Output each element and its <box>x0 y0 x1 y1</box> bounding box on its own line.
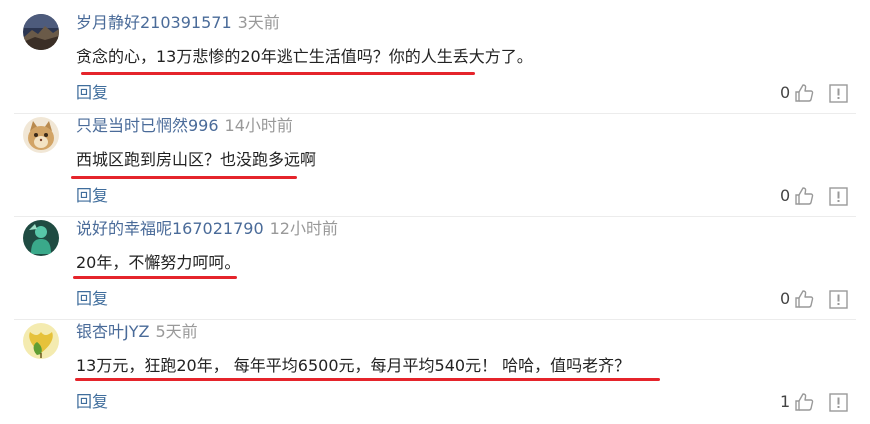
username[interactable]: 只是当时已惘然996 <box>76 116 219 135</box>
red-underline-annotation <box>71 176 297 179</box>
comment-item: 岁月静好210391571 3天前 贪念的心，13万悲惨的20年逃亡生活值吗？你的… <box>0 0 870 103</box>
username[interactable]: 银杏叶JYZ <box>76 322 149 341</box>
thumbs-up-icon[interactable] <box>794 392 814 412</box>
comment-text: 13万元，狂跑20年， 每年平均6500元，每月平均540元！ 哈哈，值吗老齐？ <box>76 356 631 375</box>
like-count: 0 <box>780 289 791 308</box>
avatar[interactable] <box>23 14 59 50</box>
red-underline-annotation <box>81 72 475 75</box>
comment-item: 只是当时已惘然996 14小时前 西城区跑到房山区？也没跑多远啊 回复 0 <box>0 103 870 206</box>
avatar[interactable] <box>23 220 59 256</box>
reply-button[interactable]: 回复 <box>76 390 108 414</box>
timestamp: 3天前 <box>237 13 280 32</box>
night-mountain-icon <box>23 14 59 50</box>
cat-icon <box>23 117 59 153</box>
reply-button[interactable]: 回复 <box>76 81 108 105</box>
green-figure-icon <box>23 220 59 256</box>
like-count: 1 <box>780 392 791 411</box>
comment-meta: 银杏叶JYZ 5天前 <box>76 320 198 344</box>
red-underline-annotation <box>73 276 237 279</box>
comment-meta: 说好的幸福呢167021790 12小时前 <box>76 217 338 241</box>
username[interactable]: 岁月静好210391571 <box>76 13 232 32</box>
comment-item: 说好的幸福呢167021790 12小时前 20年，不懈努力呵呵。 回复 0 <box>0 206 870 309</box>
comment-meta: 只是当时已惘然996 14小时前 <box>76 114 293 138</box>
username[interactable]: 说好的幸福呢167021790 <box>76 219 264 238</box>
reply-button[interactable]: 回复 <box>76 184 108 208</box>
report-icon[interactable] <box>829 187 848 206</box>
avatar[interactable] <box>23 323 59 359</box>
reply-button[interactable]: 回复 <box>76 287 108 311</box>
report-icon[interactable] <box>829 393 848 412</box>
comment-text: 20年，不懈努力呵呵。 <box>76 253 241 272</box>
timestamp: 12小时前 <box>269 219 338 238</box>
timestamp: 14小时前 <box>224 116 293 135</box>
red-underline-annotation <box>75 378 660 381</box>
like-count: 0 <box>780 186 791 205</box>
comment-list: 岁月静好210391571 3天前 贪念的心，13万悲惨的20年逃亡生活值吗？你的… <box>0 0 870 424</box>
ginkgo-leaf-icon <box>23 323 59 359</box>
report-icon[interactable] <box>829 84 848 103</box>
timestamp: 5天前 <box>155 322 198 341</box>
comment-meta: 岁月静好210391571 3天前 <box>76 11 280 35</box>
like-count: 0 <box>780 83 791 102</box>
comment-item: 银杏叶JYZ 5天前 13万元，狂跑20年， 每年平均6500元，每月平均540元… <box>0 309 870 412</box>
report-icon[interactable] <box>829 290 848 309</box>
comment-text: 贪念的心，13万悲惨的20年逃亡生活值吗？你的人生丢大方了。 <box>76 47 533 66</box>
thumbs-up-icon[interactable] <box>794 83 814 103</box>
thumbs-up-icon[interactable] <box>794 289 814 309</box>
comment-text: 西城区跑到房山区？也没跑多远啊 <box>76 150 317 169</box>
avatar[interactable] <box>23 117 59 153</box>
thumbs-up-icon[interactable] <box>794 186 814 206</box>
